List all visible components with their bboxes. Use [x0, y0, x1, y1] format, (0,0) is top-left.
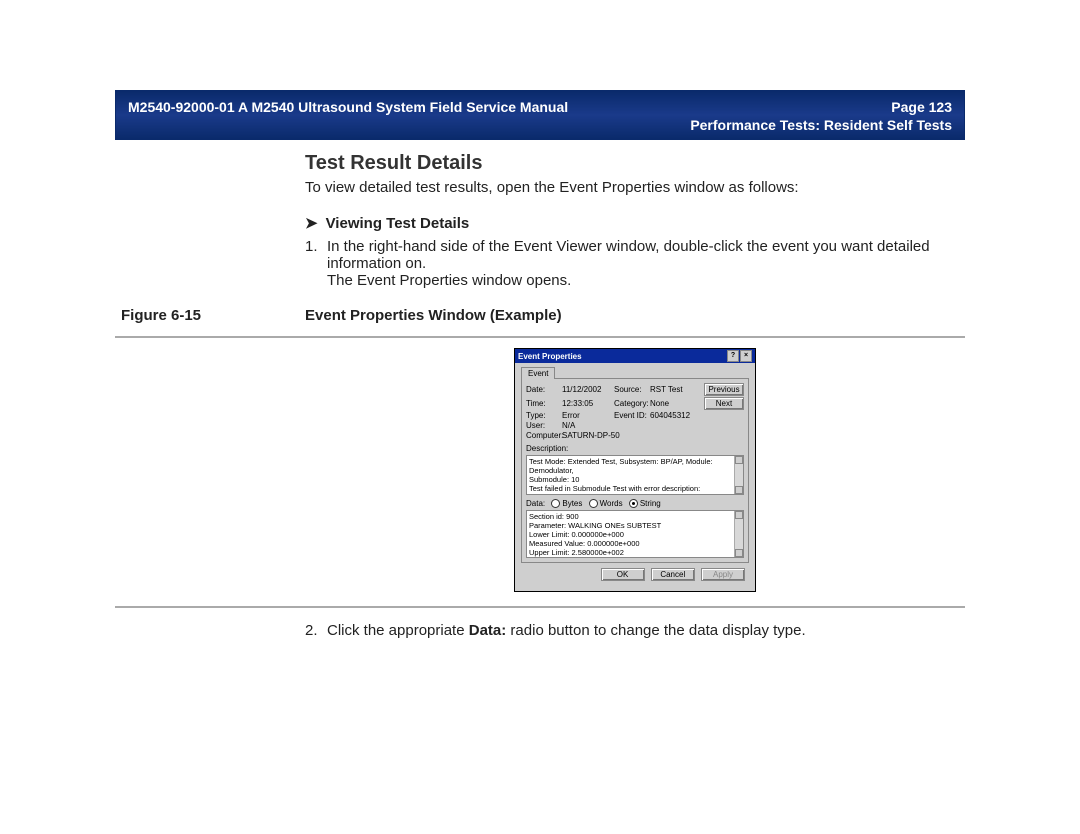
tab-event[interactable]: Event [521, 367, 555, 379]
step-2-text: Click the appropriate Data: radio button… [327, 622, 965, 639]
label-computer: Computer: [526, 431, 560, 440]
radio-bytes[interactable] [551, 499, 560, 508]
section-title: Test Result Details [305, 152, 965, 175]
value-date: 11/12/2002 [562, 385, 612, 394]
description-textbox[interactable]: Test Mode: Extended Test, Subsystem: BP/… [526, 455, 744, 495]
label-date: Date: [526, 385, 560, 394]
doc-id-title: M2540-92000-01 A M2540 Ultrasound System… [128, 99, 568, 115]
doc-header: M2540-92000-01 A M2540 Ultrasound System… [115, 90, 965, 140]
step-2-number: 2. [305, 622, 327, 639]
data-radio-group: Data: Bytes Words String [526, 499, 744, 508]
scrollbar[interactable] [734, 456, 743, 494]
step-1-result: The Event Properties window opens. [327, 272, 965, 289]
label-eventid: Event ID: [614, 411, 648, 420]
value-time: 12:33:05 [562, 399, 612, 408]
window-titlebar: Event Properties ? × [515, 349, 755, 363]
figure-title: Event Properties Window (Example) [305, 307, 562, 324]
scrollbar[interactable] [734, 511, 743, 557]
apply-button[interactable]: Apply [701, 568, 745, 581]
section-intro: To view detailed test results, open the … [305, 179, 965, 196]
value-eventid: 604045312 [650, 411, 702, 420]
previous-button[interactable]: Previous [704, 383, 744, 396]
value-computer: SATURN-DP-50 [562, 431, 702, 440]
arrow-icon: ➤ [305, 215, 318, 232]
data-textbox[interactable]: Section id: 900 Parameter: WALKING ONEs … [526, 510, 744, 558]
step-1-number: 1. [305, 238, 327, 272]
page-number: Page 123 [891, 99, 952, 115]
value-category: None [650, 399, 702, 408]
label-source: Source: [614, 385, 648, 394]
value-source: RST Test [650, 385, 702, 394]
label-user: User: [526, 421, 560, 430]
label-description: Description: [526, 444, 744, 453]
step-1-text: In the right-hand side of the Event View… [327, 238, 965, 272]
label-time: Time: [526, 399, 560, 408]
label-category: Category: [614, 399, 648, 408]
help-button[interactable]: ? [727, 350, 739, 362]
ok-button[interactable]: OK [601, 568, 645, 581]
value-type: Error [562, 411, 612, 420]
figure-label: Figure 6-15 [121, 307, 305, 324]
sub-heading: ➤Viewing Test Details [305, 214, 965, 232]
radio-words[interactable] [589, 499, 598, 508]
label-type: Type: [526, 411, 560, 420]
divider [115, 606, 965, 608]
next-button[interactable]: Next [704, 397, 744, 410]
radio-string[interactable] [629, 499, 638, 508]
event-properties-window: Event Properties ? × Event Date: 11/12/2… [514, 348, 756, 592]
close-button[interactable]: × [740, 350, 752, 362]
breadcrumb: Performance Tests: Resident Self Tests [128, 117, 952, 133]
divider [115, 336, 965, 338]
value-user: N/A [562, 421, 612, 430]
cancel-button[interactable]: Cancel [651, 568, 695, 581]
window-title: Event Properties [518, 352, 582, 361]
